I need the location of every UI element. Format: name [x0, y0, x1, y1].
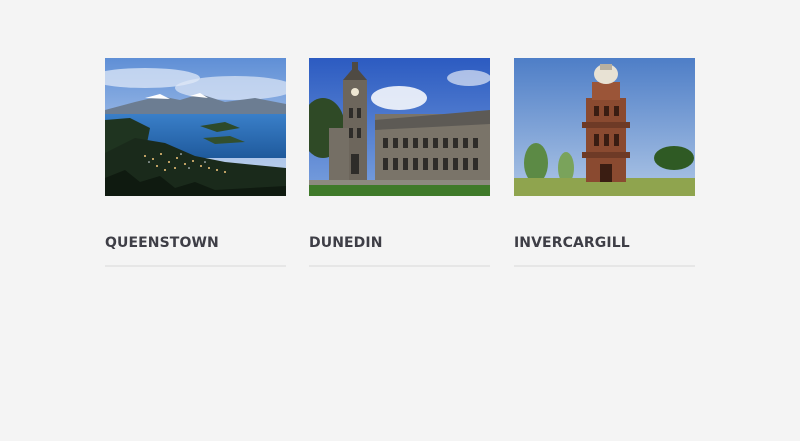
destination-title-queenstown[interactable]: QUEENSTOWN [105, 235, 286, 251]
destination-card-queenstown: QUEENSTOWN [105, 58, 286, 267]
queenstown-photo [105, 58, 286, 196]
destination-title-invercargill[interactable]: INVERCARGILL [514, 235, 695, 251]
invercargill-photo [514, 58, 695, 196]
destination-card-invercargill: INVERCARGILL [514, 58, 695, 267]
card-divider [309, 265, 490, 267]
destination-card-dunedin: DUNEDIN [309, 58, 490, 267]
invercargill-image-link[interactable] [514, 58, 695, 196]
queenstown-image-link[interactable] [105, 58, 286, 196]
dunedin-photo [309, 58, 490, 196]
destination-title-dunedin[interactable]: DUNEDIN [309, 235, 490, 251]
card-divider [105, 265, 286, 267]
card-divider [514, 265, 695, 267]
dunedin-image-link[interactable] [309, 58, 490, 196]
